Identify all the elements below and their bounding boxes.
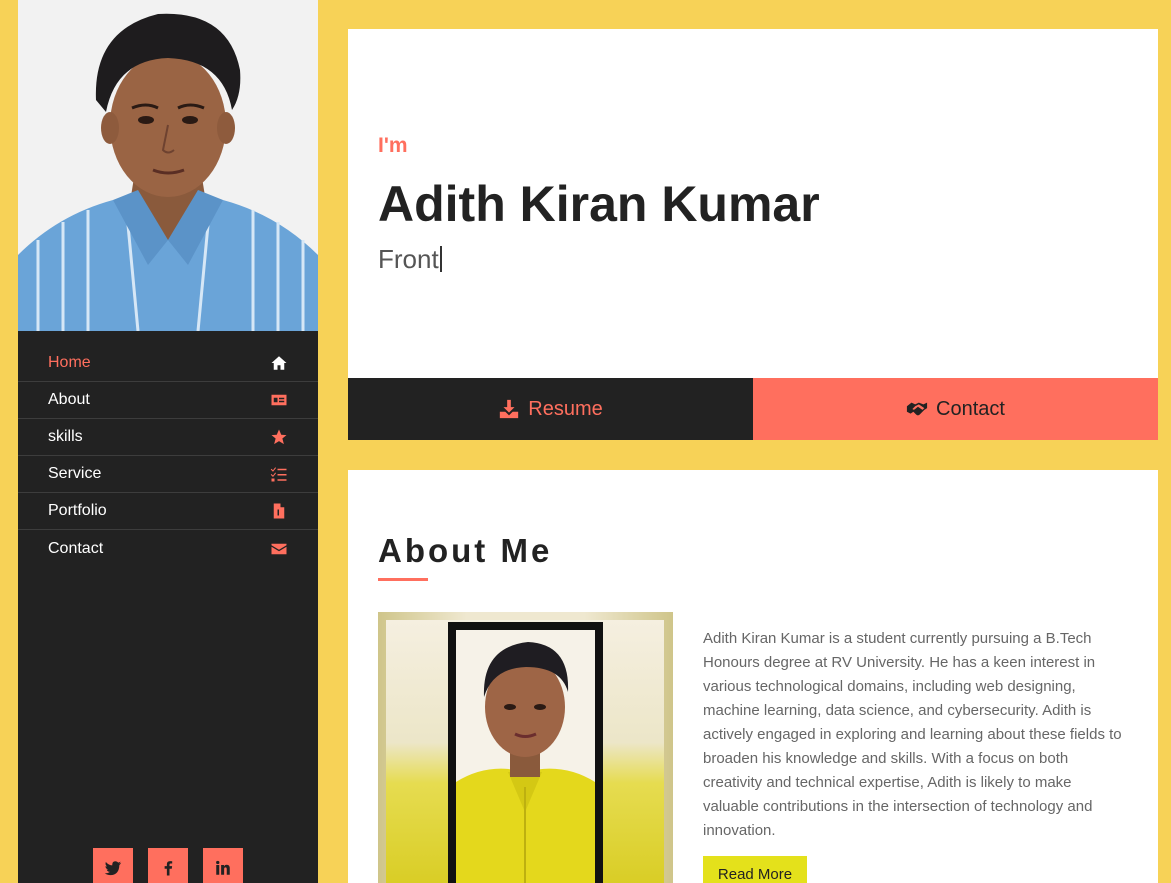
sidebar-item-label: Portfolio [48, 502, 107, 519]
read-more-button[interactable]: Read More [703, 856, 807, 883]
sidebar-item-home[interactable]: Home [18, 345, 318, 382]
sidebar-nav: Home About skills Service Portfolio Cont… [18, 345, 318, 567]
resume-button-label: Resume [528, 397, 603, 420]
about-photo [378, 612, 673, 883]
sidebar-item-label: Service [48, 465, 102, 482]
sidebar-item-skills[interactable]: skills [18, 419, 318, 456]
sidebar-item-label: Home [48, 354, 91, 371]
tasks-icon [270, 465, 288, 483]
facebook-icon [164, 861, 173, 876]
about-title: About Me [378, 532, 553, 569]
hero-buttons: Resume Contact [348, 378, 1158, 440]
twitter-icon [104, 861, 122, 876]
hero-section: I'm Adith Kiran Kumar Front [348, 29, 1158, 378]
sidebar-item-label: About [48, 391, 90, 408]
social-links [93, 848, 243, 883]
about-title-underline [378, 578, 428, 581]
about-section: About Me Adith Kiran Kumar is a student … [348, 470, 1158, 883]
sidebar-item-about[interactable]: About [18, 382, 318, 419]
profile-photo [18, 0, 318, 331]
hero-role-typing: Front [378, 244, 442, 275]
home-icon [270, 354, 288, 372]
sidebar-item-contact[interactable]: Contact [18, 530, 318, 567]
sidebar-item-portfolio[interactable]: Portfolio [18, 493, 318, 530]
download-icon [500, 399, 519, 419]
contact-button[interactable]: Contact [753, 378, 1158, 440]
resume-button[interactable]: Resume [348, 378, 753, 440]
facebook-button[interactable] [148, 848, 188, 883]
sidebar-item-label: skills [48, 428, 83, 445]
typing-cursor [439, 246, 442, 272]
hero-intro: I'm [378, 134, 408, 157]
file-icon [270, 502, 288, 520]
star-icon [270, 428, 288, 446]
hero-name: Adith Kiran Kumar [378, 176, 820, 232]
id-card-icon [270, 391, 288, 409]
hero-role-text: Front [378, 244, 439, 274]
handshake-icon [906, 402, 928, 416]
sidebar-item-service[interactable]: Service [18, 456, 318, 493]
twitter-button[interactable] [93, 848, 133, 883]
sidebar: Home About skills Service Portfolio Cont… [18, 0, 318, 883]
about-text: Adith Kiran Kumar is a student currently… [703, 630, 1122, 839]
envelope-icon [270, 540, 288, 558]
linkedin-button[interactable] [203, 848, 243, 883]
linkedin-icon [216, 860, 230, 875]
sidebar-item-label: Contact [48, 539, 104, 557]
contact-button-label: Contact [936, 397, 1005, 420]
